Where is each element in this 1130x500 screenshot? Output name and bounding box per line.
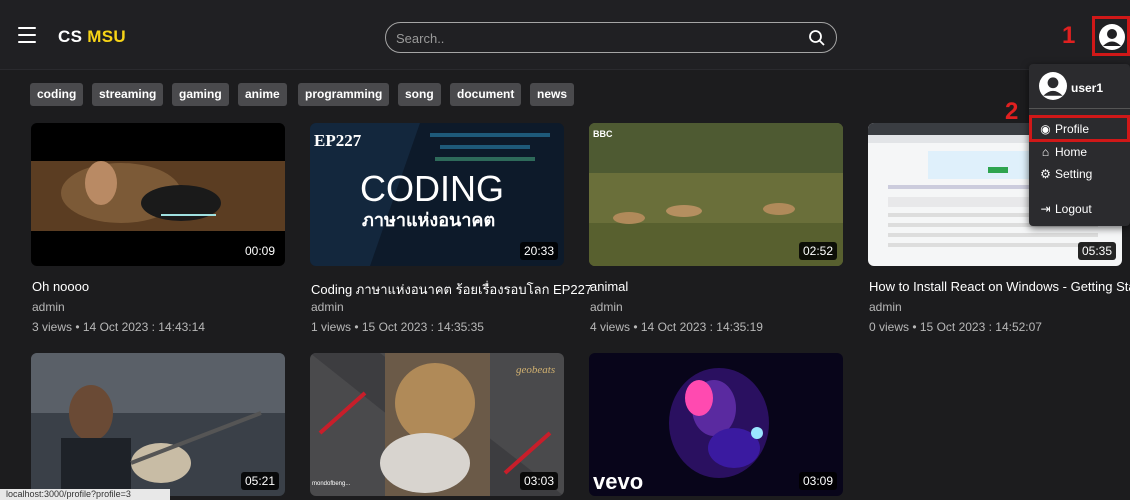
menu-item-logout[interactable]: ⇥ Logout xyxy=(1039,202,1092,220)
category-chip[interactable]: gaming xyxy=(172,83,229,106)
category-chip[interactable]: anime xyxy=(238,83,287,106)
category-chip[interactable]: programming xyxy=(298,83,390,106)
video-author[interactable]: admin xyxy=(869,300,902,314)
menu-item-label: Setting xyxy=(1055,167,1093,181)
thumb-episode-text: EP227 xyxy=(314,131,362,150)
video-author[interactable]: admin xyxy=(32,300,65,314)
brand-highlight: MSU xyxy=(87,27,126,46)
annotation-number-1: 1 xyxy=(1062,22,1076,49)
video-thumbnail[interactable]: geobeats mondofbeng... 03:03 xyxy=(310,353,564,496)
video-thumbnail[interactable]: 00:09 xyxy=(31,123,285,266)
video-thumbnail[interactable]: 05:21 xyxy=(31,353,285,496)
users-cog-icon: ⚙ xyxy=(1040,167,1051,181)
brand-prefix: CS xyxy=(58,27,83,46)
category-chip[interactable]: song xyxy=(398,83,441,106)
video-duration: 03:09 xyxy=(798,472,837,490)
thumb-credit-text: mondofbeng... xyxy=(312,481,351,487)
site-logo[interactable]: CS MSU xyxy=(58,27,126,47)
menu-item-home[interactable]: ⌂ Home xyxy=(1039,145,1087,163)
thumb-vevo-text: vevo xyxy=(593,469,643,494)
search-icon[interactable] xyxy=(808,29,826,47)
home-icon: ⌂ xyxy=(1041,145,1050,159)
thumb-thai-text: ภาษาแห่งอนาคต xyxy=(362,210,495,231)
user-avatar-button[interactable] xyxy=(1092,16,1130,56)
dropdown-user-header[interactable]: user1 xyxy=(1039,72,1103,102)
top-bar: CS MSU 1 xyxy=(0,0,1130,70)
video-thumbnail[interactable]: EP227 CODING ภาษาแห่งอนาคต 20:33 xyxy=(310,123,564,266)
video-duration: 03:03 xyxy=(519,472,558,490)
video-title[interactable]: Oh noooo xyxy=(32,279,89,294)
video-author[interactable]: admin xyxy=(311,300,344,314)
category-chip[interactable]: news xyxy=(530,83,575,106)
video-thumbnail[interactable]: BBC 02:52 xyxy=(589,123,843,266)
video-meta: 1 views • 15 Oct 2023 : 14:35:35 xyxy=(311,320,484,334)
video-duration: 02:52 xyxy=(798,242,837,260)
logout-icon: ⇥ xyxy=(1040,202,1051,216)
video-duration: 00:09 xyxy=(240,242,279,260)
video-meta: 3 views • 14 Oct 2023 : 14:43:14 xyxy=(32,320,205,334)
thumb-geobeats-text: geobeats xyxy=(516,364,555,376)
video-duration: 05:21 xyxy=(240,472,279,490)
video-meta: 0 views • 15 Oct 2023 : 14:52:07 xyxy=(869,320,1042,334)
menu-item-profile[interactable]: ◉ Profile xyxy=(1039,122,1089,140)
menu-item-label: Profile xyxy=(1055,122,1090,136)
category-chip[interactable]: coding xyxy=(30,83,84,106)
video-duration: 20:33 xyxy=(519,242,558,260)
thumb-bbc-text: BBC xyxy=(593,129,613,139)
hamburger-menu-icon[interactable] xyxy=(18,27,36,43)
video-meta: 4 views • 14 Oct 2023 : 14:35:19 xyxy=(590,320,763,334)
video-title[interactable]: animal xyxy=(590,279,628,294)
user-avatar-icon xyxy=(1039,72,1067,100)
video-thumbnail[interactable]: vevo 03:09 xyxy=(589,353,843,496)
category-chip[interactable]: streaming xyxy=(92,83,164,106)
category-chip[interactable]: document xyxy=(450,83,522,106)
avatar-icon xyxy=(1099,24,1125,50)
search-input[interactable] xyxy=(396,27,786,49)
thumb-coding-text: CODING xyxy=(360,168,504,209)
user-circle-icon: ◉ xyxy=(1040,122,1051,136)
video-title[interactable]: How to Install React on Windows - Gettin… xyxy=(869,279,1130,294)
video-duration: 05:35 xyxy=(1077,242,1116,260)
menu-item-label: Logout xyxy=(1055,202,1092,216)
user-dropdown-menu: user1 ◉ Profile ⌂ Home ⚙ Setting ⇥ Logout xyxy=(1029,64,1130,226)
menu-item-label: Home xyxy=(1055,145,1088,159)
video-title[interactable]: Coding ภาษาแห่งอนาคต ร้อยเรื่องรอบโลก EP… xyxy=(311,279,592,300)
menu-item-setting[interactable]: ⚙ Setting xyxy=(1039,167,1092,185)
dropdown-divider xyxy=(1029,108,1130,109)
annotation-number-2: 2 xyxy=(1005,98,1019,125)
search-box xyxy=(385,22,837,53)
video-author[interactable]: admin xyxy=(590,300,623,314)
status-url: localhost:3000/profile?profile=3 xyxy=(0,489,170,500)
dropdown-username: user1 xyxy=(1071,81,1104,95)
